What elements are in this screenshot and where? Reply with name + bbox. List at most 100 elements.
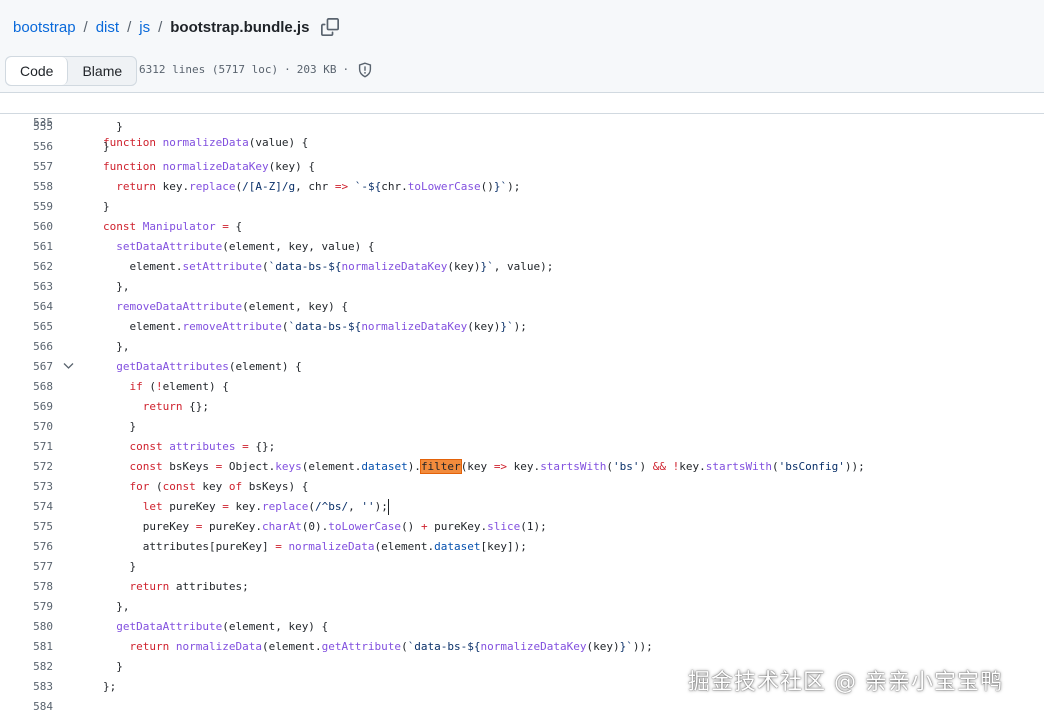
code-line: 578 return attributes; <box>0 577 1044 597</box>
line-number[interactable]: 576 <box>0 537 53 557</box>
view-mode-toggle: Code Blame <box>5 56 138 86</box>
chevron-down-icon[interactable] <box>63 362 74 370</box>
code-text: getDataAttributes(element) { <box>116 360 302 373</box>
watermark: 掘金技术社区 @ 亲亲小宝宝鸭 <box>688 670 1003 695</box>
code-text: } <box>103 140 110 153</box>
code-view: 555 } 556} 557 function normalizeDataKey(ke… <box>0 117 1044 717</box>
line-count: 6312 lines (5717 loc) <box>139 63 279 76</box>
code-text: } <box>103 420 137 433</box>
code-text: return key.replace(/[A-Z]/g, chr => `-${… <box>116 180 521 193</box>
breadcrumb-separator: / <box>83 18 88 36</box>
sticky-line: 535 function normalizeData(value) { <box>0 93 1044 149</box>
code-line: 561 setDataAttribute(element, key, value… <box>0 237 1044 257</box>
breadcrumb-bootstrap[interactable]: bootstrap <box>13 19 76 36</box>
line-number[interactable]: 573 <box>0 477 53 497</box>
code-line: 581 return normalizeData(element.getAttr… <box>0 637 1044 657</box>
code-text: }, <box>103 340 130 353</box>
code-text: let pureKey = key.replace(/^bs/, ''); <box>142 499 389 515</box>
code-line: 564 removeDataAttribute(element, key) { <box>0 297 1044 317</box>
line-number[interactable]: 556 <box>0 137 53 157</box>
blame-tab[interactable]: Blame <box>68 57 136 85</box>
file-header: bootstrap / dist / js / bootstrap.bundle… <box>0 0 1044 93</box>
line-number[interactable]: 570 <box>0 417 53 437</box>
code-line: 555 } <box>0 117 1044 137</box>
code-line: 570 } <box>0 417 1044 437</box>
code-line: 580 getDataAttribute(element, key) { <box>0 617 1044 637</box>
line-number[interactable]: 574 <box>0 497 53 517</box>
code-text: return attributes; <box>129 580 249 593</box>
code-line: 575 pureKey = pureKey.charAt(0).toLowerC… <box>0 517 1044 537</box>
line-number[interactable]: 572 <box>0 457 53 477</box>
code-line: 577 } <box>0 557 1044 577</box>
line-number[interactable]: 563 <box>0 277 53 297</box>
breadcrumb-current-file: bootstrap.bundle.js <box>170 18 310 36</box>
code-line: 562 element.setAttribute(`data-bs-${norm… <box>0 257 1044 277</box>
text-cursor <box>387 499 389 515</box>
line-number[interactable]: 567 <box>0 357 53 377</box>
code-line: 567 getDataAttributes(element) { <box>0 357 1044 377</box>
line-number[interactable]: 560 <box>0 217 53 237</box>
line-number[interactable]: 555 <box>0 117 53 137</box>
line-number[interactable]: 558 <box>0 177 53 197</box>
code-text: } <box>103 560 137 573</box>
info-separator: · <box>284 63 291 76</box>
code-text: for (const key of bsKeys) { <box>129 480 309 493</box>
line-number[interactable]: 579 <box>0 597 53 617</box>
code-text: if (!element) { <box>129 380 229 393</box>
breadcrumb-dist[interactable]: dist <box>96 19 119 36</box>
line-number[interactable]: 578 <box>0 577 53 597</box>
code-line: 558 return key.replace(/[A-Z]/g, chr => … <box>0 177 1044 197</box>
line-number[interactable]: 559 <box>0 197 53 217</box>
line-number[interactable]: 581 <box>0 637 53 657</box>
code-text: const bsKeys = Object.keys(element.datas… <box>129 459 865 474</box>
code-text: } <box>103 660 123 673</box>
code-text: const attributes = {}; <box>129 440 276 453</box>
sticky-scope-header[interactable]: 535 function normalizeData(value) { <box>0 93 1044 149</box>
line-number[interactable]: 583 <box>0 677 53 697</box>
file-size: 203 KB <box>296 63 337 76</box>
breadcrumb: bootstrap / dist / js / bootstrap.bundle… <box>13 16 340 38</box>
code-tab[interactable]: Code <box>6 57 69 85</box>
code-text: pureKey = pureKey.charAt(0).toLowerCase(… <box>103 520 547 533</box>
code-line: 574 let pureKey = key.replace(/^bs/, '')… <box>0 497 1044 517</box>
copy-icon[interactable] <box>321 18 340 36</box>
breadcrumb-js[interactable]: js <box>139 19 150 36</box>
file-info: 6312 lines (5717 loc) · 203 KB · <box>139 61 373 79</box>
line-number[interactable]: 584 <box>0 697 53 717</box>
line-number[interactable]: 565 <box>0 317 53 337</box>
line-number[interactable]: 569 <box>0 397 53 417</box>
line-number[interactable]: 580 <box>0 617 53 637</box>
code-line: 566 }, <box>0 337 1044 357</box>
shield-icon[interactable] <box>357 62 373 78</box>
code-text: function normalizeDataKey(key) { <box>103 160 315 173</box>
code-line: 576 attributes[pureKey] = normalizeData(… <box>0 537 1044 557</box>
line-number[interactable]: 582 <box>0 657 53 677</box>
breadcrumb-separator: / <box>158 18 163 36</box>
code-line: 559} <box>0 197 1044 217</box>
line-number[interactable]: 564 <box>0 297 53 317</box>
code-text: }, <box>103 600 130 613</box>
code-text: getDataAttribute(element, key) { <box>116 620 329 633</box>
code-text: } <box>103 200 110 213</box>
line-number[interactable]: 571 <box>0 437 53 457</box>
search-match: filter <box>419 459 462 474</box>
line-number[interactable]: 568 <box>0 377 53 397</box>
code-line: 573 for (const key of bsKeys) { <box>0 477 1044 497</box>
code-line: 571 const attributes = {}; <box>0 437 1044 457</box>
code-line: 579 }, <box>0 597 1044 617</box>
code-line: 565 element.removeAttribute(`data-bs-${n… <box>0 317 1044 337</box>
code-text: const Manipulator = { <box>103 220 243 233</box>
breadcrumb-separator: / <box>127 18 132 36</box>
code-line: 563 }, <box>0 277 1044 297</box>
line-number[interactable]: 557 <box>0 157 53 177</box>
code-text: return {}; <box>142 400 209 413</box>
code-text: element.removeAttribute(`data-bs-${norma… <box>103 320 527 333</box>
code-line: 568 if (!element) { <box>0 377 1044 397</box>
line-number[interactable]: 575 <box>0 517 53 537</box>
line-number[interactable]: 577 <box>0 557 53 577</box>
line-number[interactable]: 566 <box>0 337 53 357</box>
code-line: 556} <box>0 137 1044 157</box>
code-text: }, <box>103 280 130 293</box>
line-number[interactable]: 562 <box>0 257 53 277</box>
line-number[interactable]: 561 <box>0 237 53 257</box>
